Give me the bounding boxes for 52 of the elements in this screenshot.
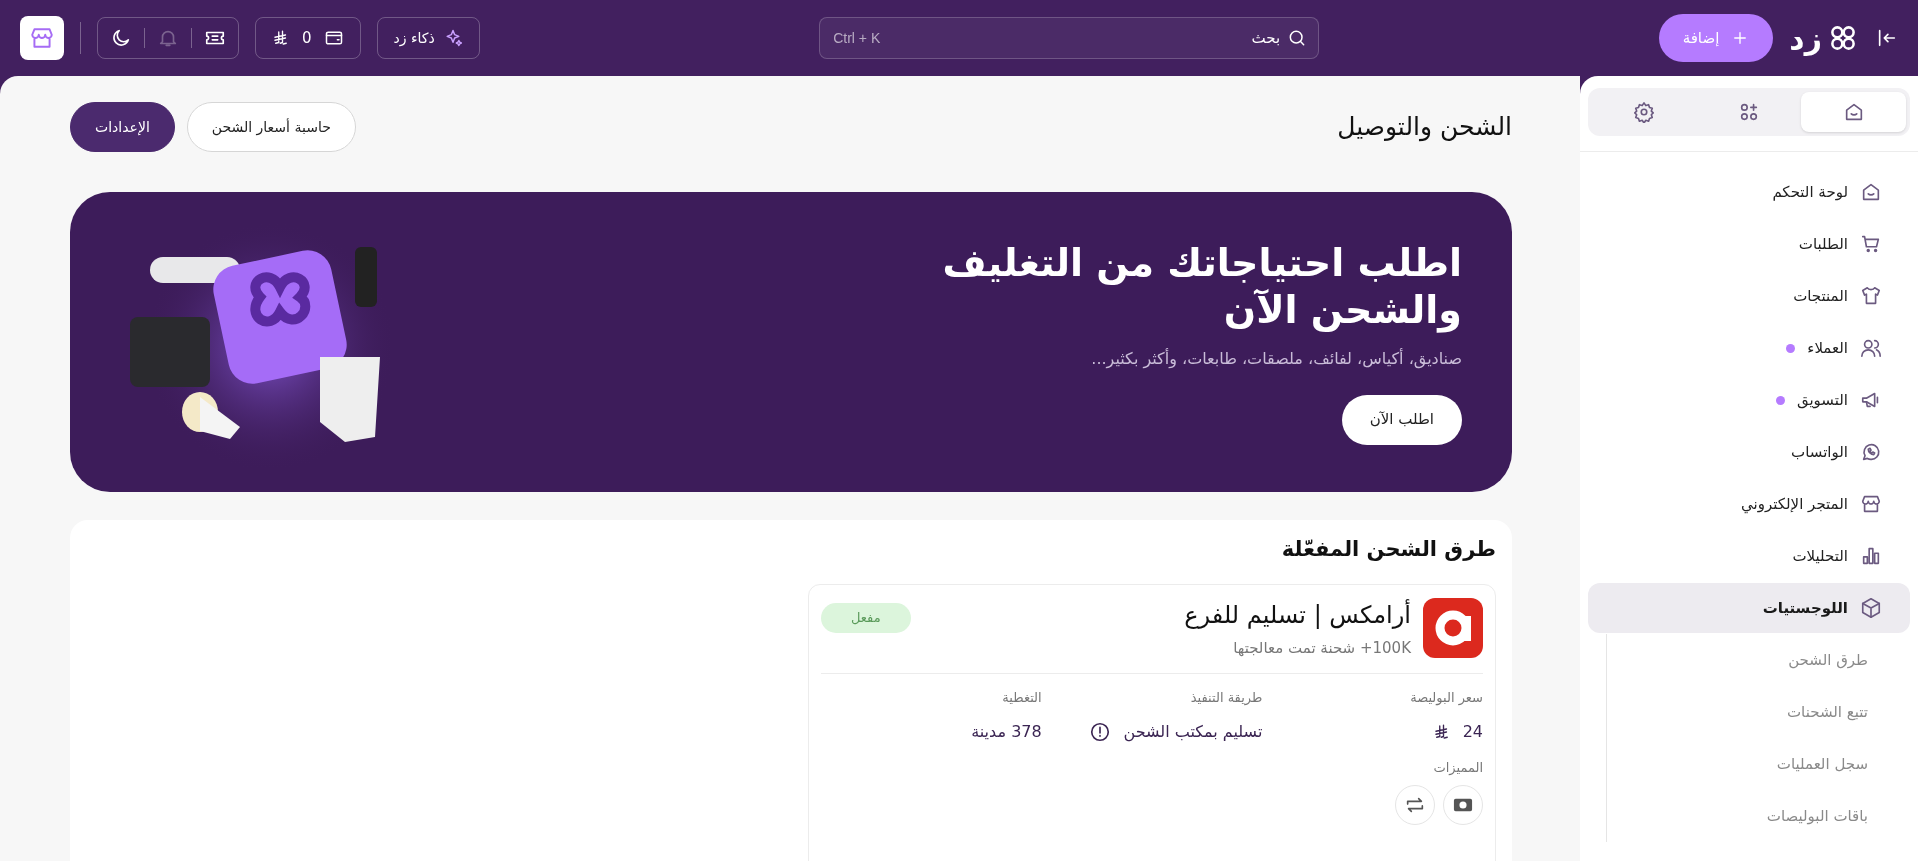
exclamation-circle-icon <box>1089 720 1112 743</box>
sidebar-item[interactable]: التسويق <box>1588 375 1910 425</box>
dark-mode-button[interactable] <box>110 27 132 49</box>
sidebar-item[interactable]: التحليلات <box>1588 531 1910 581</box>
settings-icon <box>1633 101 1656 123</box>
keyboard-shortcut: Ctrl + K <box>833 29 881 48</box>
field-value: 24 <box>1462 720 1483 743</box>
order-now-button[interactable]: اطلب الآن <box>1341 394 1462 445</box>
wallet-button[interactable]: 0 <box>255 17 361 59</box>
sidebar-subitem[interactable]: تتبع الشحنات <box>1607 686 1874 738</box>
sidebar-item[interactable]: العملاء <box>1588 323 1910 373</box>
users-icon <box>1860 337 1882 359</box>
field-label: التغطية <box>1001 689 1042 707</box>
shipping-calculator-button[interactable]: حاسبة أسعار الشحن <box>186 102 356 152</box>
features-label: المميزات <box>1432 758 1483 777</box>
status-badge: مفعل <box>821 602 911 633</box>
moon-icon <box>110 27 132 49</box>
settings-button[interactable]: الإعدادات <box>70 102 175 152</box>
sidebar-item[interactable]: المنتجات <box>1588 271 1910 321</box>
wallet-icon <box>323 28 344 48</box>
house-icon <box>1860 181 1882 203</box>
sidebar-subitem[interactable]: طرق الشحن <box>1607 634 1874 686</box>
store-icon <box>1860 493 1882 515</box>
shipments-processed: 100K+ شحنة تمت معالجتها <box>1232 637 1411 659</box>
collapse-sidebar-icon <box>1876 27 1898 49</box>
banner-subtitle: صناديق، أكياس، لفائف، ملصقات، طابعات، وأكثر بكثير... <box>1091 347 1462 371</box>
brand-logo-text: زد <box>1789 19 1822 58</box>
store-icon <box>29 25 55 51</box>
sidebar-item[interactable]: اللوجستيات <box>1588 583 1910 633</box>
sidebar-item[interactable]: الواتساب <box>1588 427 1910 477</box>
riyal-sign-icon <box>1432 722 1451 741</box>
chat-bubble-icon <box>1860 441 1882 463</box>
store-button[interactable] <box>20 16 64 60</box>
field-value: تسليم بمكتب الشحن <box>1123 720 1263 744</box>
sidebar-subitem[interactable]: سجل العمليات <box>1607 738 1874 790</box>
bar-chart-icon <box>1860 545 1882 567</box>
page-title: الشحن والتوصيل <box>1337 111 1512 144</box>
carrier-name: أرامكس | تسليم للفرع <box>1184 598 1411 631</box>
sidebar-item[interactable]: الطلبات <box>1588 219 1910 269</box>
box-icon <box>1860 597 1882 619</box>
field-label: سعر البوليصة <box>1409 689 1483 708</box>
sidebar-item[interactable]: المتجر الإلكتروني <box>1588 479 1910 529</box>
field-label: طريقة التنفيذ <box>1189 689 1263 708</box>
riyal-sign-icon <box>272 29 290 47</box>
cart-icon <box>1860 233 1882 255</box>
ai-assistant-button[interactable]: ذكاء زد <box>376 17 480 59</box>
field-value: 378 مدينة <box>971 720 1042 743</box>
section-title: طرق الشحن المفعّلة <box>1280 536 1496 563</box>
apps-icon <box>1738 101 1760 123</box>
sidebar-item[interactable]: لوحة التحكم <box>1588 167 1910 217</box>
shirt-icon <box>1860 285 1882 307</box>
banner-title: اطلب احتياجاتك من التغليف والشحن الآن <box>941 239 1462 335</box>
